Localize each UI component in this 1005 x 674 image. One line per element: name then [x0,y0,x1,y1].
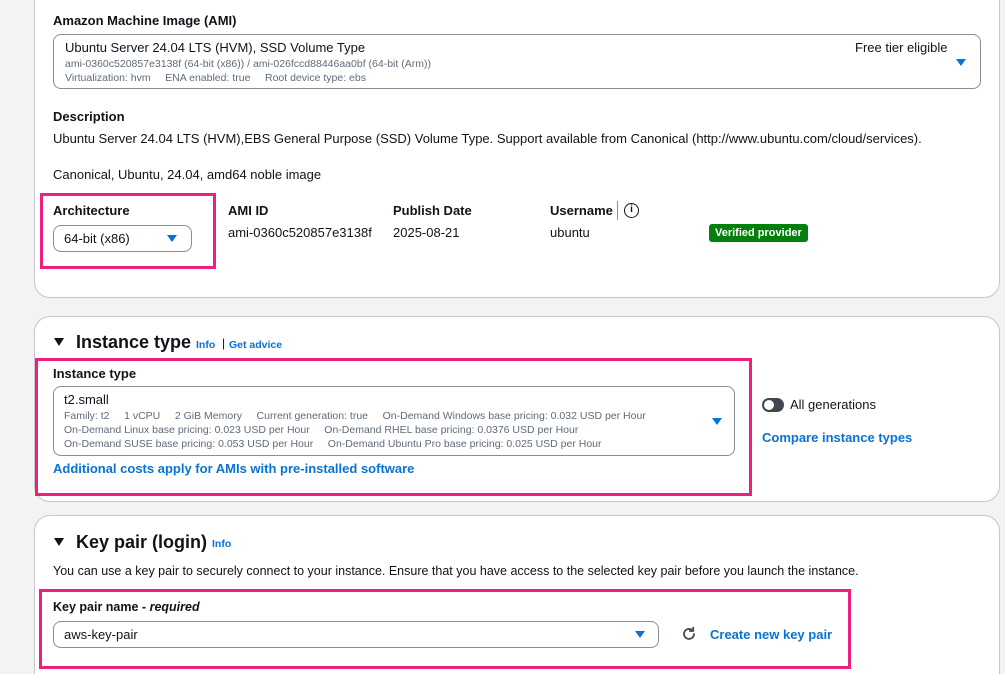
publish-date-label: Publish Date [393,203,472,218]
all-generations-label: All generations [790,397,876,412]
ami-id-value: ami-0360c520857e3138f [228,225,372,240]
publish-date-value: 2025-08-21 [393,225,460,240]
ami-selected-ids: ami-0360c520857e3138f (64-bit (x86)) / a… [65,58,431,70]
caret-down-icon[interactable] [54,338,64,346]
instance-type-highlight [35,358,752,496]
description-heading: Description [53,109,125,124]
verified-provider-badge: Verified provider [709,224,808,242]
get-advice-link[interactable]: Get advice [229,339,282,351]
ami-selected-name: Ubuntu Server 24.04 LTS (HVM), SSD Volum… [65,40,366,55]
key-pair-section-title[interactable]: Key pair (login) [76,532,207,553]
chevron-down-icon [956,59,966,66]
instance-type-info-link[interactable]: Info [196,339,215,351]
key-pair-description: You can use a key pair to securely conne… [53,564,859,578]
all-generations-toggle[interactable] [762,398,784,412]
key-pair-highlight [39,589,851,669]
description-text: Ubuntu Server 24.04 LTS (HVM),EBS Genera… [53,131,922,146]
ami-selected-meta: Virtualization: hvm ENA enabled: true Ro… [65,72,366,84]
username-value: ubuntu [550,225,590,240]
ami-id-label: AMI ID [228,203,269,218]
caret-down-icon[interactable] [54,538,64,546]
key-pair-info-link[interactable]: Info [212,538,231,550]
ami-select[interactable]: Ubuntu Server 24.04 LTS (HVM), SSD Volum… [53,34,981,89]
architecture-highlight [40,193,216,269]
instance-type-section-title[interactable]: Instance type [76,332,191,353]
username-label: Username [550,203,613,218]
divider [617,201,618,220]
compare-instance-types-link[interactable]: Compare instance types [762,430,912,445]
link-separator: | [222,336,226,350]
ami-heading: Amazon Machine Image (AMI) [53,13,237,28]
ami-tags-text: Canonical, Ubuntu, 24.04, amd64 noble im… [53,167,322,182]
free-tier-label: Free tier eligible [855,40,948,55]
info-icon[interactable]: i [624,203,639,218]
